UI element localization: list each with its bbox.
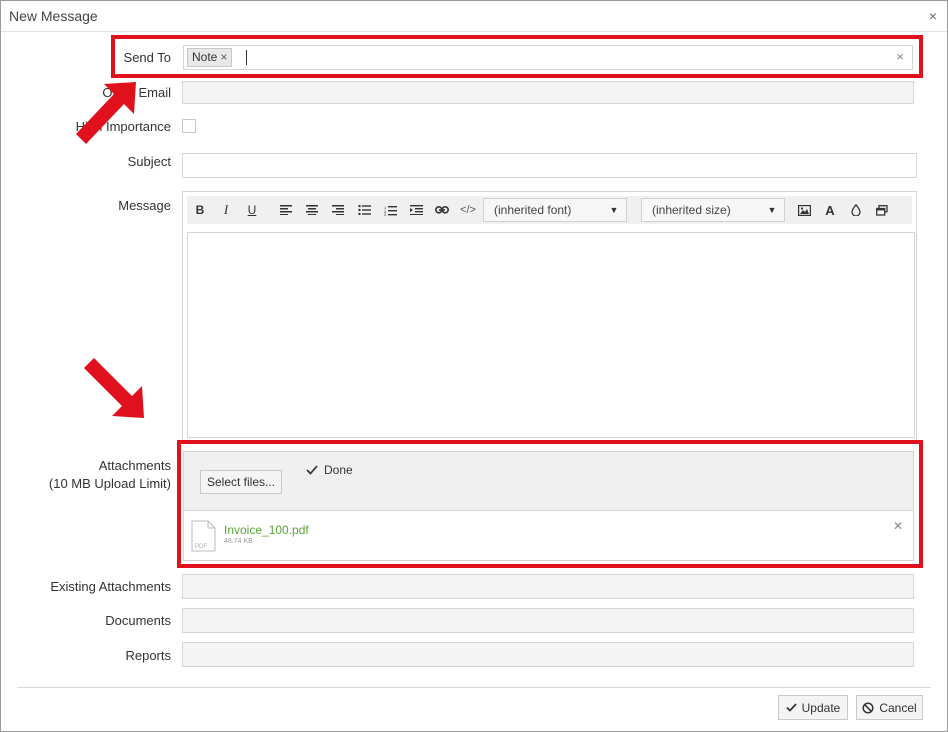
pdf-file-icon: PDF	[191, 520, 216, 552]
select-files-button[interactable]: Select files...	[200, 470, 282, 494]
upload-status: Done	[306, 463, 353, 477]
indent-icon[interactable]	[403, 198, 429, 222]
close-icon[interactable]: ×	[929, 8, 937, 24]
update-label: Update	[801, 700, 841, 715]
upload-status-text: Done	[324, 463, 353, 477]
background-color-icon[interactable]	[843, 198, 869, 222]
align-right-icon[interactable]	[325, 198, 351, 222]
fullscreen-icon[interactable]	[869, 198, 895, 222]
subject-label: Subject	[127, 154, 171, 169]
other-email-field[interactable]	[182, 81, 914, 104]
align-left-icon[interactable]	[273, 198, 299, 222]
clear-recipients-icon[interactable]: ×	[896, 49, 904, 64]
reports-field[interactable]	[182, 642, 914, 667]
insert-image-icon[interactable]	[791, 198, 817, 222]
underline-button[interactable]: U	[239, 198, 265, 222]
arrow-down-right-icon	[84, 358, 144, 418]
attachments-upload: Select files... Done PDF Invoice_100.pdf…	[183, 451, 914, 561]
font-size-value: (inherited size)	[652, 203, 731, 217]
cancel-icon	[862, 701, 874, 714]
existing-attachments-field[interactable]	[182, 574, 914, 599]
attachments-label: Attachments	[98, 458, 171, 473]
text-color-button[interactable]: A	[817, 198, 843, 222]
recipient-tag: Note ×	[187, 48, 233, 67]
file-size: 48.74 KB	[224, 538, 253, 545]
bullet-list-icon[interactable]	[351, 198, 377, 222]
text-cursor	[246, 50, 247, 65]
chevron-down-icon: ▼	[609, 205, 619, 215]
cancel-button[interactable]: Cancel	[856, 695, 923, 720]
align-center-icon[interactable]	[299, 198, 325, 222]
checkmark-icon	[306, 465, 318, 475]
subject-field[interactable]	[182, 153, 917, 178]
dialog-titlebar: New Message ×	[1, 1, 947, 32]
recipient-tag-label: Note	[192, 50, 218, 64]
documents-field[interactable]	[182, 608, 914, 633]
font-family-value: (inherited font)	[494, 203, 572, 217]
reports-label: Reports	[125, 648, 171, 663]
message-body[interactable]	[187, 232, 915, 438]
documents-label: Documents	[105, 613, 171, 628]
file-type-label: PDF	[195, 544, 207, 550]
message-editor: B I U 123 </> (inherited font) ▼ (inheri…	[182, 191, 917, 441]
dialog-title: New Message	[9, 8, 98, 24]
checkmark-icon	[786, 703, 797, 712]
remove-file-icon[interactable]: ✕	[893, 519, 903, 533]
bold-button[interactable]: B	[187, 198, 213, 222]
upload-limit-label: (10 MB Upload Limit)	[48, 476, 171, 491]
svg-text:3: 3	[384, 212, 387, 216]
send-to-input[interactable]: Note × ×	[183, 45, 913, 70]
update-button[interactable]: Update	[778, 695, 848, 720]
existing-attachments-label: Existing Attachments	[50, 579, 171, 594]
font-size-select[interactable]: (inherited size) ▼	[641, 198, 785, 222]
cancel-label: Cancel	[879, 700, 917, 715]
remove-tag-icon[interactable]: ×	[220, 49, 227, 66]
footer-divider	[17, 687, 931, 688]
file-name: Invoice_100.pdf	[224, 523, 309, 537]
send-to-label: Send To	[123, 50, 171, 65]
editor-toolbar: B I U 123 </> (inherited font) ▼ (inheri…	[187, 196, 912, 224]
font-family-select[interactable]: (inherited font) ▼	[483, 198, 627, 222]
message-label: Message	[118, 198, 171, 213]
chevron-down-icon: ▼	[767, 205, 777, 215]
high-importance-checkbox[interactable]	[182, 119, 196, 133]
italic-button[interactable]: I	[213, 198, 239, 222]
numbered-list-icon[interactable]: 123	[377, 198, 403, 222]
link-icon[interactable]	[429, 198, 455, 222]
select-files-label: Select files...	[206, 475, 276, 489]
code-view-icon[interactable]: </>	[455, 198, 481, 222]
upload-header: Select files... Done	[184, 452, 913, 511]
arrow-up-right-icon	[76, 82, 136, 144]
